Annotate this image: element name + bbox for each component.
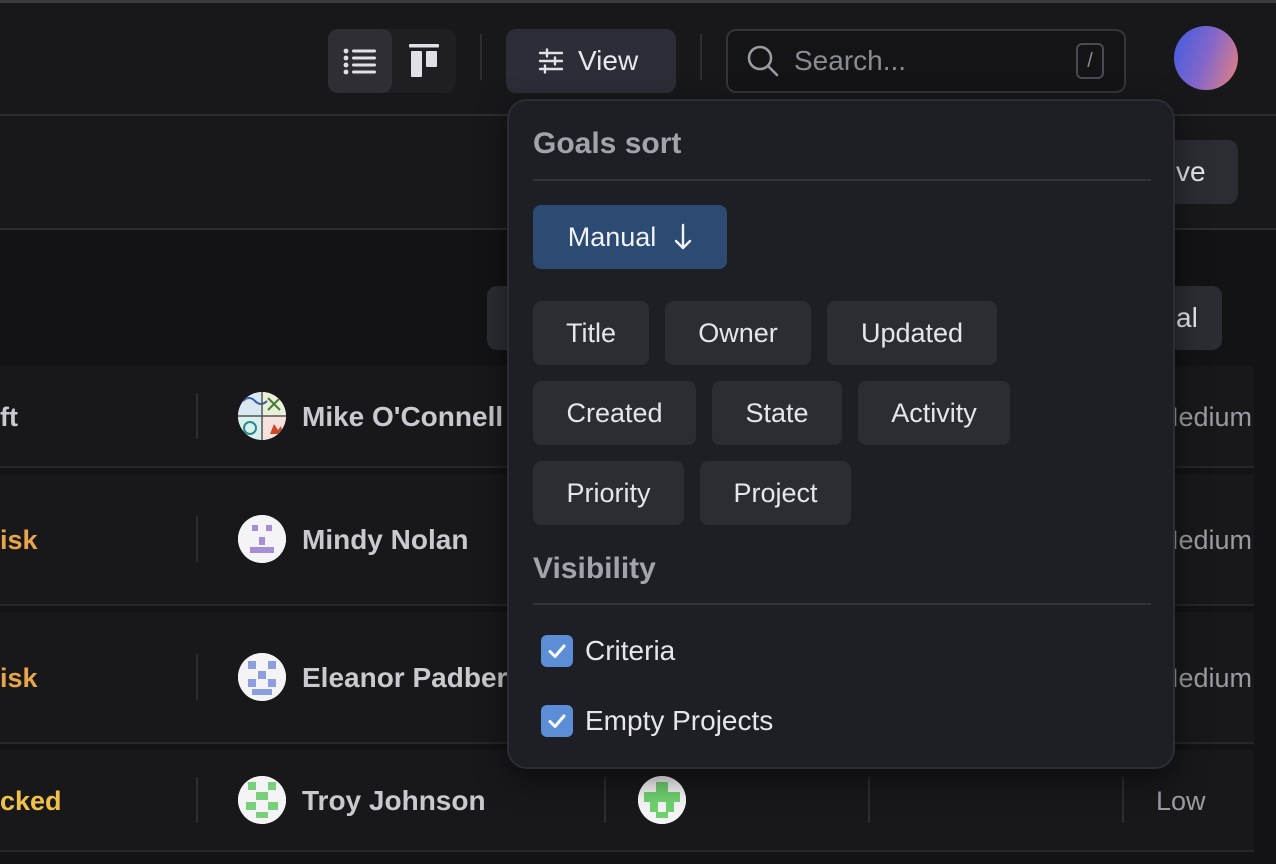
checkmark-icon [548, 644, 566, 658]
owner-name: Troy Johnson [302, 785, 486, 816]
owner-name: Mindy Nolan [302, 524, 469, 555]
goal-state: ft [0, 402, 18, 432]
sort-option-label: Updated [860, 317, 964, 348]
new-goal-button-label: al [1176, 302, 1198, 333]
goal-state: isk [0, 525, 38, 555]
board-icon [409, 44, 439, 77]
visibility-option-label: Empty Projects [585, 705, 774, 736]
search-box[interactable]: / [726, 29, 1126, 93]
sort-option-priority[interactable]: Priority [533, 461, 684, 525]
layout-toggle [328, 29, 456, 93]
cell-divider [196, 777, 198, 823]
checkmark-icon [548, 714, 566, 728]
list-icon [343, 48, 376, 75]
owner-name: Eleanor Padberg [302, 662, 525, 693]
view-options-popover: Goals sort Manual Title Owner Updated Cr… [507, 99, 1175, 769]
sliders-icon [538, 48, 564, 74]
cell-divider [196, 393, 198, 439]
board-view-button[interactable] [392, 29, 456, 93]
sort-option-label: Activity [891, 397, 977, 428]
criteria-checkbox[interactable] [541, 635, 573, 667]
sort-heading-divider [533, 179, 1151, 181]
visibility-heading: Visibility [533, 552, 656, 585]
sort-option-title[interactable]: Title [533, 301, 649, 365]
view-button-label: View [578, 45, 639, 76]
cell-divider [196, 516, 198, 562]
owner-name: Mike O'Connell [302, 401, 504, 432]
visibility-option-label: Criteria [585, 635, 676, 666]
empty-projects-checkbox[interactable] [541, 705, 573, 737]
toolbar-divider [700, 34, 702, 80]
project-avatar [638, 776, 686, 824]
priority-label: Low [1156, 786, 1206, 816]
sort-option-label: State [745, 397, 809, 428]
toolbar-divider [480, 34, 482, 80]
owner-avatar [238, 776, 286, 824]
cell-divider [196, 654, 198, 700]
cell-divider [604, 777, 606, 823]
save-button-label: ve [1176, 156, 1206, 187]
view-button[interactable]: View [506, 29, 676, 93]
top-bar: View / [0, 0, 1276, 114]
visibility-option-criteria[interactable]: Criteria [541, 635, 675, 667]
sort-option-label: Created [566, 397, 663, 428]
sort-option-updated[interactable]: Updated [827, 301, 997, 365]
goal-state: isk [0, 663, 38, 693]
sort-option-project[interactable]: Project [700, 461, 851, 525]
visibility-option-empty-projects[interactable]: Empty Projects [541, 705, 773, 737]
sort-option-label: Manual [567, 221, 657, 252]
cell-divider [1122, 777, 1124, 823]
user-avatar[interactable] [1174, 26, 1238, 90]
sort-option-label: Priority [566, 477, 651, 508]
sort-option-activity[interactable]: Activity [858, 381, 1010, 445]
arrow-down-icon [675, 223, 692, 250]
sort-option-created[interactable]: Created [533, 381, 696, 445]
search-input[interactable] [794, 45, 1054, 77]
sort-option-label: Owner [698, 317, 778, 348]
sort-option-label: Project [733, 477, 818, 508]
cell-divider [868, 777, 870, 823]
sort-option-owner[interactable]: Owner [665, 301, 811, 365]
owner-avatar [238, 515, 286, 563]
sort-heading: Goals sort [533, 127, 682, 160]
list-view-button[interactable] [328, 29, 392, 93]
sort-option-label: Title [565, 317, 616, 348]
goal-state: cked [0, 786, 62, 816]
owner-avatar [238, 653, 286, 701]
sort-option-manual[interactable]: Manual [533, 205, 727, 269]
search-shortcut-key: / [1076, 43, 1104, 79]
sort-option-state[interactable]: State [712, 381, 842, 445]
visibility-heading-divider [533, 603, 1151, 605]
search-icon [747, 45, 779, 77]
owner-avatar [238, 392, 286, 440]
